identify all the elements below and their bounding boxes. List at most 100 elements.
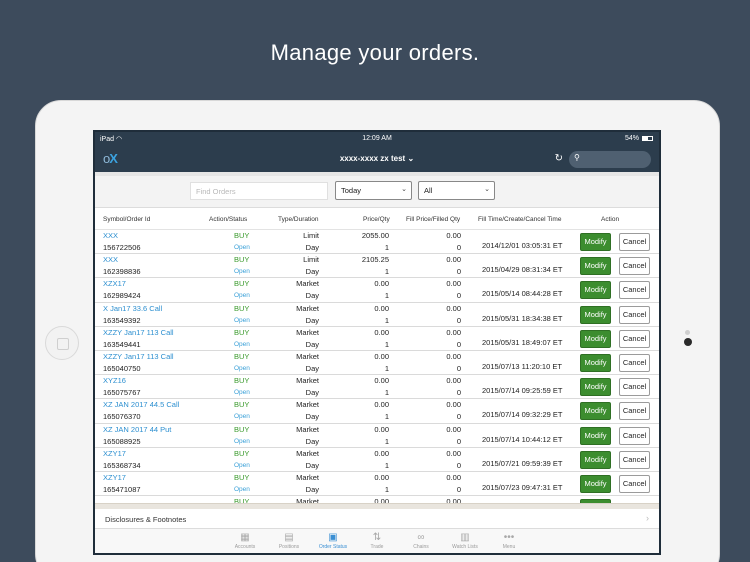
date-filter-value: Today [341,186,362,195]
fill-price: 0.00 [446,400,461,410]
order-type: Market [296,497,319,503]
tab-trade[interactable]: ⇅ Trade [355,529,399,553]
col-time[interactable]: Fill Time/Create/Cancel Time [478,216,561,223]
order-row[interactable]: XZY17 165471087 BUY Open Market Day 0.00 1 0.00 0… [95,472,659,497]
col-action[interactable]: Action/Status [209,216,247,223]
fill-price: 0.00 [446,448,461,458]
col-price[interactable]: Price/Qty [363,216,390,223]
order-type: Limit [303,231,319,240]
cancel-button[interactable]: Cancel [619,305,650,324]
filled-qty: 0 [456,243,461,252]
order-price: 0.00 [374,424,389,434]
type-filter-select[interactable]: All ⌄ [418,181,495,200]
order-row[interactable]: XZ JAN 2017 44 Put 165088925 BUY Open Market… [95,424,659,448]
cancel-button[interactable]: Cancel [619,426,650,445]
tab-bar: ▦ Accounts ▤ Positions ▣ Order Status ⇅ Trade ∞ C… [95,529,659,553]
order-type: Market [296,303,319,313]
symbol-link[interactable]: XXX [103,255,118,264]
tab-label: Trade [370,544,384,550]
modify-button[interactable]: Modify [580,499,611,503]
order-status: Open [234,316,250,324]
app-screen: iPad ◠ 12:09 AM 54% oX xxxx-xxxx zx test… [93,130,661,555]
modify-button[interactable]: Modify [580,474,611,493]
modify-button[interactable]: Modify [580,281,611,300]
menu-icon: ••• [503,532,515,543]
cancel-button[interactable]: Cancel [619,474,650,493]
cancel-button[interactable]: Cancel [619,329,650,348]
disclosures-row[interactable]: Disclosures & Footnotes › [95,509,659,529]
cancel-button[interactable]: Cancel [619,402,650,421]
filled-qty: 0 [456,388,461,398]
order-price: 0.00 [374,279,389,289]
modify-button[interactable]: Modify [580,378,611,397]
modify-button[interactable]: Modify [580,450,611,469]
order-row[interactable]: X Jan17 33.6 Call 163549392 BUY Open Market D… [95,303,659,327]
order-status: Open [234,340,250,348]
cancel-button[interactable]: Cancel [619,281,650,300]
symbol-link[interactable]: X Jan17 33.6 Call [103,304,162,313]
order-row[interactable]: XYZ16 165075767 BUY Open Market Day 0.00 1 0.00 0… [95,375,659,400]
order-action: BUY [234,424,250,434]
date-filter-select[interactable]: Today ⌄ [335,181,412,200]
order-row[interactable]: XZZY Jan17 113 Call 163549441 BUY Open Marke… [95,327,659,351]
order-id: 163549441 [103,339,141,349]
symbol-link[interactable]: XZY17 [103,473,126,482]
home-button [45,326,79,360]
col-fill[interactable]: Fill Price/Filled Qty [406,216,460,223]
cancel-button[interactable]: Cancel [619,257,650,276]
order-duration: Day [305,267,319,277]
order-row[interactable]: XZ JAN 2017 44.5 Call 165076370 BUY Open Mar… [95,399,659,424]
order-row[interactable]: XZY17 165368734 BUY Open Market Day 0.00 1 0.00 0… [95,448,659,472]
cancel-button[interactable]: Cancel [619,378,650,397]
symbol-link[interactable]: XZZY Jan17 113 Call [103,352,174,361]
tab-label: Positions [278,544,300,550]
chevron-down-icon: ⌄ [484,186,490,193]
order-duration: Day [305,243,319,252]
order-status: Open [234,413,250,421]
modify-button[interactable]: Modify [580,233,611,251]
battery-percent: 54% [624,135,639,142]
order-action: BUY [234,497,250,503]
col-symbol[interactable]: Symbol/Order Id [103,216,150,223]
symbol-link[interactable]: XXX [103,231,118,240]
symbol-link[interactable]: XZZY Jan17 113 Call [103,328,174,337]
cancel-button[interactable]: Cancel [619,450,650,469]
order-action: BUY [234,448,250,458]
modify-button[interactable]: Modify [580,257,611,276]
symbol-link[interactable]: XZ JAN 2017 44 Put [103,425,171,434]
search-field[interactable]: ⚲ [569,151,651,168]
tab-menu[interactable]: ••• Menu [487,529,531,553]
order-row[interactable]: XZX17 162989424 BUY Open Market Day 0.00 1 0.00 0… [95,278,659,303]
fill-price: 0.00 [446,497,461,503]
fill-price: 0.00 [446,327,461,337]
modify-button[interactable]: Modify [580,353,611,372]
modify-button[interactable]: Modify [580,329,611,348]
modify-button[interactable]: Modify [580,426,611,445]
symbol-link[interactable]: XYZ16 [103,376,126,385]
tab-positions[interactable]: ▤ Positions [267,529,311,553]
tab-watch-lists[interactable]: ▥ Watch Lists [443,529,487,553]
symbol-link[interactable]: XZ JAN 2017 44.5 Call [103,400,179,409]
order-row[interactable]: XZZY Jan17 113 Call 165040750 BUY Open Marke… [95,351,659,376]
tab-order-status[interactable]: ▣ Order Status [311,529,355,553]
order-qty: 1 [384,484,389,494]
order-time: 2015/07/23 09:47:31 ET [482,482,563,492]
order-id: 165368734 [103,460,141,470]
order-row[interactable]: BUY Market 0.00 0.00 Modify [95,496,659,503]
cancel-button[interactable]: Cancel [619,353,650,372]
refresh-icon[interactable]: ↻ [555,153,563,164]
symbol-link[interactable]: XZX17 [103,279,126,288]
order-qty: 1 [384,363,389,373]
col-type[interactable]: Type/Duration [278,216,318,223]
modify-button[interactable]: Modify [580,402,611,421]
tab-chains[interactable]: ∞ Chains [399,529,443,553]
symbol-link[interactable]: XZY17 [103,449,126,458]
order-status: Open [234,292,250,300]
cancel-button[interactable]: Cancel [619,233,650,251]
find-orders-input[interactable] [190,182,328,200]
fill-price: 0.00 [446,303,461,313]
tab-accounts[interactable]: ▦ Accounts [223,529,267,553]
order-row[interactable]: XXX 162398836 BUY Open Limit Day 2105.25 1 0.00 0… [95,254,659,279]
order-row[interactable]: XXX 156722506 BUY Open Limit Day 2055.00 1 0.00 0… [95,230,659,255]
modify-button[interactable]: Modify [580,305,611,324]
